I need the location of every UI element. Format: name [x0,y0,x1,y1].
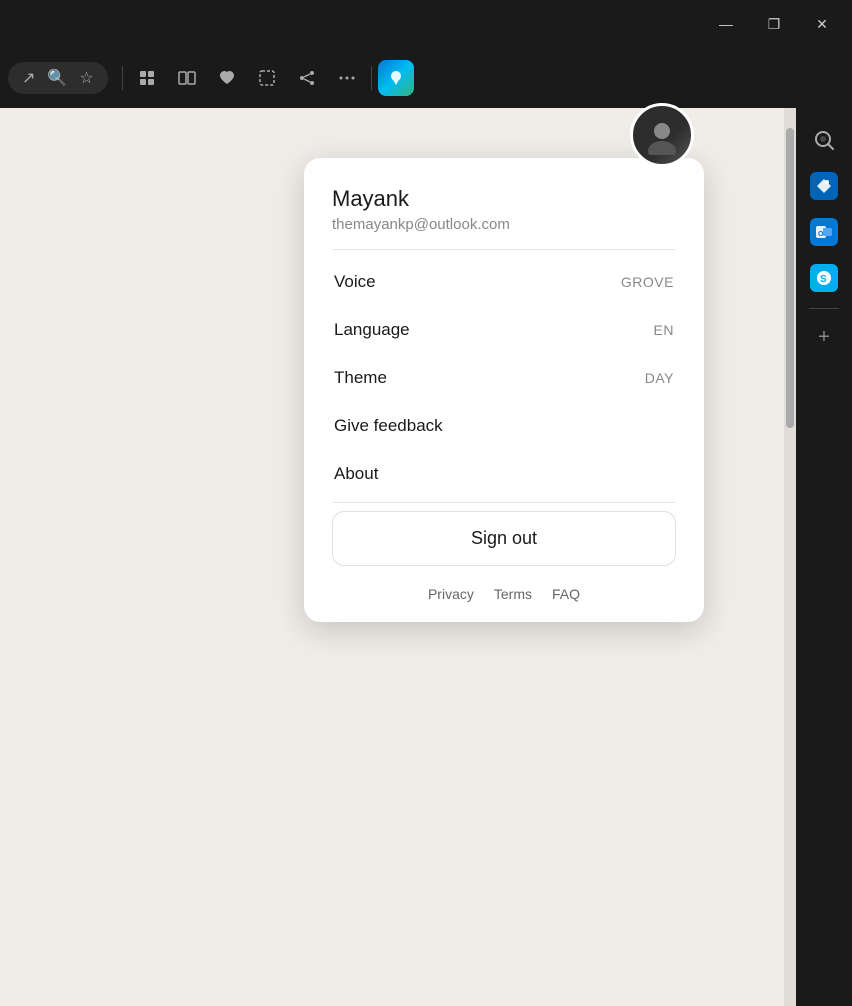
main-content: Mayank themayankp@outlook.com Voice GROV… [0,108,784,1006]
health-icon[interactable] [209,60,245,96]
share-icon[interactable] [289,60,325,96]
zoom-out-icon[interactable]: 🔍 [47,68,67,88]
profile-card: Mayank themayankp@outlook.com Voice GROV… [304,158,704,622]
extensions-icon[interactable] [129,60,165,96]
toolbar-divider-2 [371,66,372,90]
avatar-container [630,103,694,167]
scroll-thumb[interactable] [786,128,794,428]
screenshot-icon[interactable] [249,60,285,96]
card-divider-top [332,249,676,250]
language-value: EN [654,322,674,338]
theme-label: Theme [334,368,387,388]
svg-text:S: S [820,274,827,285]
privacy-link[interactable]: Privacy [428,586,474,602]
sidebar-skype-button[interactable]: S [804,258,844,298]
language-menu-item[interactable]: Language EN [332,306,676,354]
voice-menu-item[interactable]: Voice GROVE [332,258,676,306]
sidebar-tag-button[interactable] [804,166,844,206]
sidebar-search-button[interactable] [804,120,844,160]
card-divider-bottom [332,502,676,503]
language-label: Language [334,320,410,340]
copilot-icon[interactable] [378,60,414,96]
sidebar-add-button[interactable]: + [804,317,844,357]
more-options-icon[interactable] [329,60,365,96]
minimize-button[interactable]: — [704,8,748,40]
toolbar-divider-1 [122,66,123,90]
sidebar: O S + [796,108,852,1006]
title-bar: — ❐ ✕ [0,0,852,48]
sidebar-outlook-button[interactable]: O [804,212,844,252]
feedback-menu-item[interactable]: Give feedback [332,402,676,450]
user-name: Mayank [332,186,676,212]
feedback-label: Give feedback [334,416,443,436]
close-button[interactable]: ✕ [800,8,844,40]
terms-link[interactable]: Terms [494,586,532,602]
scroll-track [784,108,796,1006]
theme-value: DAY [645,370,674,386]
sign-out-button[interactable]: Sign out [332,511,676,566]
about-label: About [334,464,378,484]
theme-menu-item[interactable]: Theme DAY [332,354,676,402]
voice-value: GROVE [621,274,674,290]
external-link-icon[interactable]: ↗ [22,68,35,88]
avatar [630,103,694,167]
restore-button[interactable]: ❐ [752,8,796,40]
nav-controls: ↗ 🔍 ☆ [8,62,108,94]
reader-view-icon[interactable] [169,60,205,96]
bookmark-icon[interactable]: ☆ [79,68,93,88]
svg-text:O: O [818,231,824,238]
voice-label: Voice [334,272,376,292]
about-menu-item[interactable]: About [332,450,676,498]
faq-link[interactable]: FAQ [552,586,580,602]
sidebar-divider [809,308,839,309]
browser-toolbar: ↗ 🔍 ☆ [0,48,852,108]
footer-links: Privacy Terms FAQ [332,582,676,602]
user-email: themayankp@outlook.com [332,216,676,233]
